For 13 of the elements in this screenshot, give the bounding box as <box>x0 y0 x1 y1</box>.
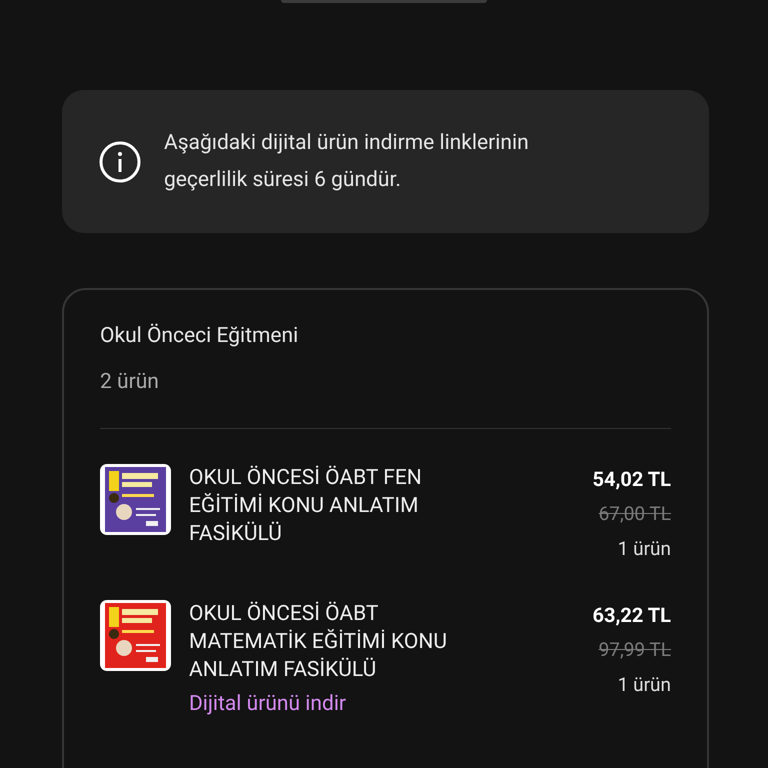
product-title: OKUL ÖNCESİ ÖABT FEN EĞİTİMİ KONU ANLATIM FASİKÜLÜ <box>189 464 423 548</box>
price: 63,22 TL <box>592 603 671 627</box>
price: 54,02 TL <box>592 467 671 491</box>
quantity: 1 ürün <box>618 673 671 696</box>
info-icon <box>98 140 142 184</box>
old-price: 67,00 TL <box>598 502 671 525</box>
item-count: 2 ürün <box>100 370 160 394</box>
product-title: OKUL ÖNCESİ ÖABT MATEMATİK EĞİTİMİ KONU ANLATIM FASİKÜLÜ <box>189 600 448 684</box>
notice-text: Aşağıdaki dijital ürün indirme linklerinin geçerlilik süresi 6 gündür. <box>164 130 530 194</box>
quantity: 1 ürün <box>618 537 671 560</box>
seller-name: Okul Önceci Eğitmeni <box>100 324 300 348</box>
download-link[interactable]: Dijital ürünü indir <box>189 692 575 716</box>
old-price: 97,99 TL <box>598 638 671 661</box>
